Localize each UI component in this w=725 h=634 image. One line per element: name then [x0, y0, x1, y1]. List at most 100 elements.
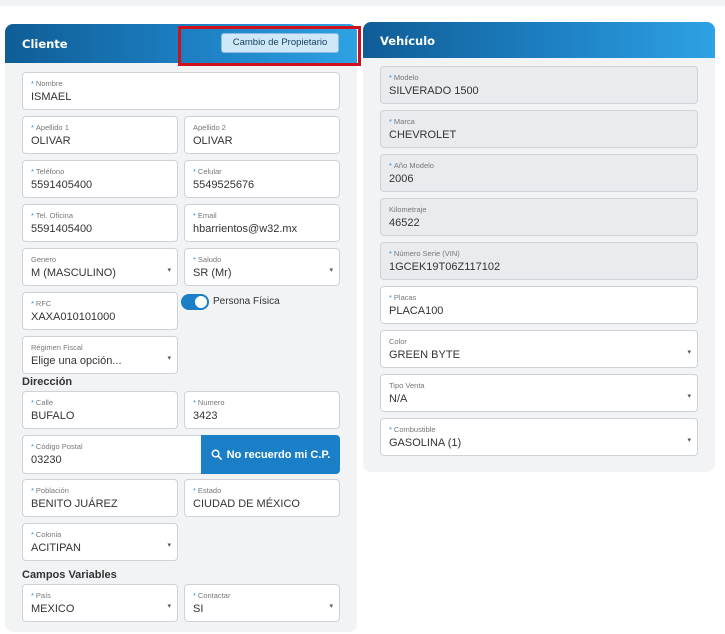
- kilometraje-value: 46522: [389, 217, 420, 229]
- chevron-down-icon: ▾: [329, 267, 333, 274]
- modelo-field: * Modelo SILVERADO 1500: [380, 66, 698, 104]
- top-strip: [0, 0, 725, 6]
- combustible-value: GASOLINA (1): [389, 437, 462, 449]
- nombre-value: ISMAEL: [31, 91, 72, 103]
- poblacion-field[interactable]: * Población BENITO JUÁREZ: [22, 479, 178, 517]
- vin-field: * Número Serie (VIN) 1GCEK19T06Z117102: [380, 242, 698, 280]
- celular-value: 5549525676: [193, 179, 255, 191]
- vin-label: Número Serie (VIN): [393, 249, 460, 258]
- apellido2-value: OLIVAR: [193, 135, 233, 147]
- pais-value: MEXICO: [31, 603, 75, 615]
- rfc-field[interactable]: * RFC XAXA010101000: [22, 292, 178, 330]
- cp-value: 03230: [31, 454, 62, 466]
- chevron-down-icon: ▾: [687, 437, 691, 444]
- regimen-select[interactable]: Régimen Fiscal Elige una opción... ▾: [22, 336, 178, 374]
- tel-oficina-field[interactable]: * Tel. Oficina 5591405400: [22, 204, 178, 242]
- placas-label: Placas: [393, 293, 417, 302]
- regimen-value: Elige una opción...: [31, 355, 122, 367]
- rfc-label: RFC: [35, 299, 52, 308]
- vehiculo-header: Vehículo: [363, 22, 715, 58]
- kilometraje-field: Kilometraje 46522: [380, 198, 698, 236]
- campos-variables-heading: Campos Variables: [22, 569, 117, 581]
- estado-value: CIUDAD DE MÉXICO: [193, 498, 300, 510]
- placas-field[interactable]: * Placas PLACA100: [380, 286, 698, 324]
- chevron-down-icon: ▾: [167, 542, 171, 549]
- color-label: Color: [389, 337, 407, 346]
- chevron-down-icon: ▾: [687, 393, 691, 400]
- tipo-venta-value: N/A: [389, 393, 408, 405]
- poblacion-label: Población: [35, 486, 69, 495]
- celular-label: Celular: [197, 167, 222, 176]
- combustible-select[interactable]: * Combustible GASOLINA (1) ▾: [380, 418, 698, 456]
- chevron-down-icon: ▾: [167, 603, 171, 610]
- apellido2-label: Apellido 2: [193, 123, 226, 132]
- tel-oficina-value: 5591405400: [31, 223, 93, 235]
- calle-label: Calle: [35, 398, 54, 407]
- telefono-value: 5591405400: [31, 179, 93, 191]
- nombre-field[interactable]: * Nombre ISMAEL: [22, 72, 340, 110]
- placas-value: PLACA100: [389, 305, 444, 317]
- colonia-label: Colonia: [35, 530, 62, 539]
- color-value: GREEN BYTE: [389, 349, 460, 361]
- saludo-select[interactable]: * Saludo SR (Mr) ▾: [184, 248, 340, 286]
- saludo-label: Saludo: [197, 255, 222, 264]
- email-field[interactable]: * Email hbarrientos@w32.mx: [184, 204, 340, 242]
- anio-value: 2006: [389, 173, 414, 185]
- color-select[interactable]: Color GREEN BYTE ▾: [380, 330, 698, 368]
- colonia-select[interactable]: * Colonia ACITIPAN ▾: [22, 523, 178, 561]
- telefono-label: Teléfono: [35, 167, 65, 176]
- contactar-label: Contactar: [197, 591, 231, 600]
- email-label: Email: [197, 211, 217, 220]
- marca-field: * Marca CHEVROLET: [380, 110, 698, 148]
- chevron-down-icon: ▾: [167, 267, 171, 274]
- saludo-value: SR (Mr): [193, 267, 232, 279]
- vehiculo-title: Vehículo: [380, 34, 436, 48]
- genero-select[interactable]: Genero M (MASCULINO) ▾: [22, 248, 178, 286]
- modelo-value: SILVERADO 1500: [389, 85, 479, 97]
- combustible-label: Combustible: [393, 425, 436, 434]
- codigo-postal-field[interactable]: * Código Postal 03230: [22, 435, 202, 474]
- highlight-box: [178, 26, 361, 66]
- persona-fisica-label: Persona Física: [213, 296, 280, 307]
- search-icon: [211, 449, 222, 460]
- anio-modelo-field: * Año Modelo 2006: [380, 154, 698, 192]
- apellido1-value: OLIVAR: [31, 135, 71, 147]
- numero-field[interactable]: * Numero 3423: [184, 391, 340, 429]
- vin-value: 1GCEK19T06Z117102: [389, 261, 501, 273]
- celular-field[interactable]: * Celular 5549525676: [184, 160, 340, 198]
- apellido2-field[interactable]: Apellido 2 OLIVAR: [184, 116, 340, 154]
- apellido1-label: Apellido 1: [35, 123, 69, 132]
- direccion-heading: Dirección: [22, 376, 73, 388]
- estado-label: Estado: [197, 486, 222, 495]
- estado-field[interactable]: * Estado CIUDAD DE MÉXICO: [184, 479, 340, 517]
- anio-label: Año Modelo: [393, 161, 434, 170]
- tel-oficina-label: Tel. Oficina: [35, 211, 74, 220]
- cliente-title: Cliente: [22, 37, 68, 51]
- genero-value: M (MASCULINO): [31, 267, 116, 279]
- cp-label: Código Postal: [35, 442, 83, 451]
- chevron-down-icon: ▾: [167, 355, 171, 362]
- no-recuerdo-cp-button[interactable]: No recuerdo mi C.P.: [201, 435, 340, 474]
- email-value: hbarrientos@w32.mx: [193, 223, 298, 235]
- numero-value: 3423: [193, 410, 218, 422]
- pais-select[interactable]: * País MEXICO ▾: [22, 584, 178, 622]
- contactar-select[interactable]: * Contactar SI ▾: [184, 584, 340, 622]
- apellido1-field[interactable]: * Apellido 1 OLIVAR: [22, 116, 178, 154]
- telefono-field[interactable]: * Teléfono 5591405400: [22, 160, 178, 198]
- pais-label: País: [35, 591, 51, 600]
- numero-label: Numero: [197, 398, 225, 407]
- tipo-venta-label: Tipo Venta: [389, 381, 425, 390]
- rfc-value: XAXA010101000: [31, 311, 116, 323]
- modelo-label: Modelo: [393, 73, 419, 82]
- chevron-down-icon: ▾: [329, 603, 333, 610]
- marca-value: CHEVROLET: [389, 129, 457, 141]
- tipo-venta-select[interactable]: Tipo Venta N/A ▾: [380, 374, 698, 412]
- nombre-label: Nombre: [35, 79, 63, 88]
- calle-value: BUFALO: [31, 410, 75, 422]
- toggle-knob: [195, 296, 207, 308]
- regimen-label: Régimen Fiscal: [31, 343, 83, 352]
- chevron-down-icon: ▾: [687, 349, 691, 356]
- persona-fisica-toggle[interactable]: [181, 294, 209, 310]
- poblacion-value: BENITO JUÁREZ: [31, 498, 118, 510]
- calle-field[interactable]: * Calle BUFALO: [22, 391, 178, 429]
